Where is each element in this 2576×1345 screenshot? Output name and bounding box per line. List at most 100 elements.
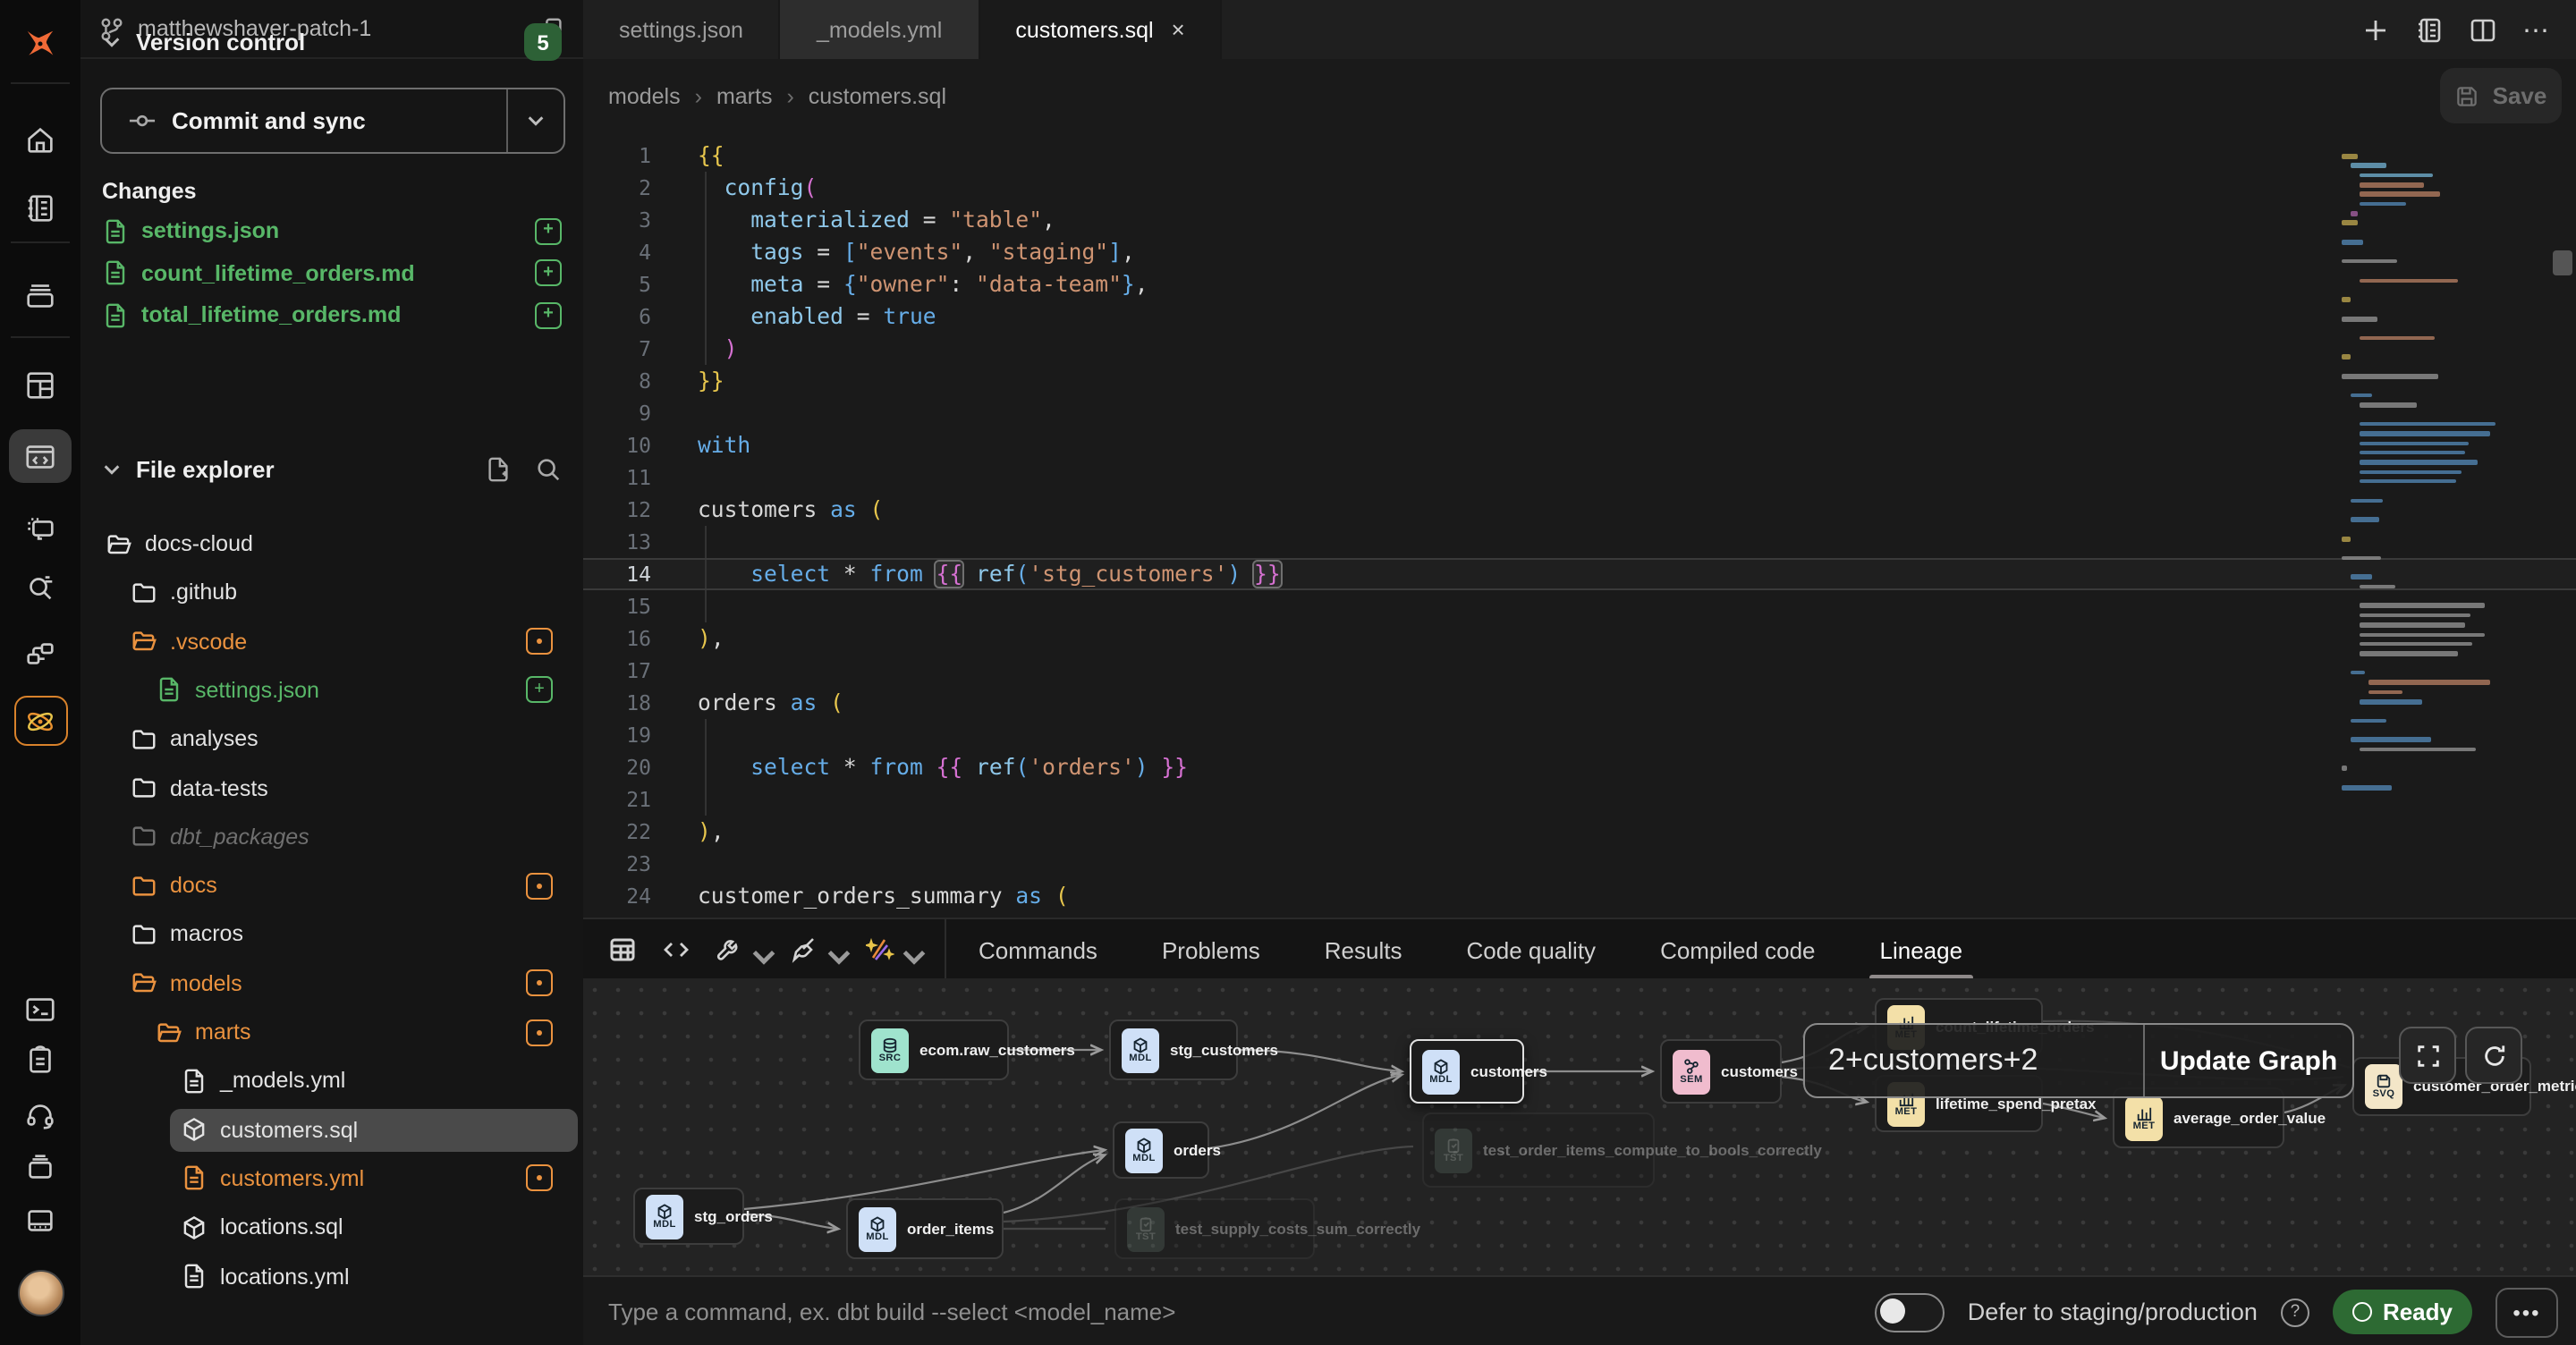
search-icon[interactable] bbox=[535, 456, 562, 483]
code-line-21[interactable]: 21 bbox=[583, 783, 2576, 816]
chevron-down-icon[interactable] bbox=[900, 942, 916, 958]
avatar-icon[interactable] bbox=[0, 1266, 80, 1320]
tree-item-data-tests[interactable]: data-tests bbox=[120, 766, 578, 809]
tree-item--vscode[interactable]: .vscode bbox=[120, 620, 578, 663]
tree-item--github[interactable]: .github bbox=[120, 571, 578, 614]
panel-tab-Lineage[interactable]: Lineage bbox=[1880, 919, 1963, 980]
changed-file-row[interactable]: settings.json+ bbox=[102, 211, 562, 250]
code-line-17[interactable]: 17 bbox=[583, 655, 2576, 687]
panel-tab-Compiled-code[interactable]: Compiled code bbox=[1660, 919, 1815, 980]
panel-tab-Commands[interactable]: Commands bbox=[979, 919, 1097, 980]
build-tool-icon[interactable] bbox=[716, 935, 766, 964]
clipboard-icon[interactable] bbox=[0, 1032, 80, 1086]
orchestration-icon[interactable] bbox=[0, 501, 80, 554]
format-tool-icon[interactable] bbox=[791, 935, 841, 964]
headset-icon[interactable] bbox=[0, 1087, 80, 1141]
tree-item-marts[interactable]: marts bbox=[145, 1011, 578, 1053]
tree-item-models[interactable]: models bbox=[120, 961, 578, 1004]
code-line-16[interactable]: 16), bbox=[583, 622, 2576, 655]
lineage-node-order-items[interactable]: MDLorder_items bbox=[846, 1198, 1004, 1259]
code-line-14[interactable]: 14 select * from {{ ref('stg_customers')… bbox=[583, 558, 2576, 590]
tree-item-customers-yml[interactable]: customers.yml bbox=[170, 1157, 578, 1200]
code-line-11[interactable]: 11 bbox=[583, 461, 2576, 494]
file-explorer-header[interactable]: File explorer bbox=[102, 456, 562, 483]
tree-item-locations-yml[interactable]: locations.yml bbox=[170, 1255, 578, 1298]
code-line-18[interactable]: 18orders as ( bbox=[583, 687, 2576, 719]
code-line-2[interactable]: 2 config( bbox=[583, 172, 2576, 204]
code-line-19[interactable]: 19 bbox=[583, 719, 2576, 751]
close-tab-icon[interactable]: × bbox=[1172, 16, 1185, 43]
stage-add-icon[interactable]: + bbox=[535, 217, 562, 244]
code-line-20[interactable]: 20 select * from {{ ref('orders') }} bbox=[583, 751, 2576, 783]
inbox-icon[interactable] bbox=[0, 268, 80, 322]
code-line-1[interactable]: 1{{ bbox=[583, 140, 2576, 172]
tree-item-dbt-packages[interactable]: dbt_packages bbox=[120, 816, 578, 859]
tab-settings-json[interactable]: settings.json bbox=[583, 0, 781, 59]
results-table-icon[interactable] bbox=[608, 935, 637, 964]
code-line-12[interactable]: 12customers as ( bbox=[583, 494, 2576, 526]
tree-item-analyses[interactable]: analyses bbox=[120, 717, 578, 760]
ide-icon[interactable] bbox=[9, 429, 72, 483]
command-input[interactable]: Type a command, ex. dbt build --select <… bbox=[608, 1298, 1875, 1325]
tree-item-customers-sql[interactable]: customers.sql bbox=[170, 1108, 578, 1151]
more-actions-button[interactable]: ••• bbox=[2496, 1287, 2558, 1337]
code-line-15[interactable]: 15 bbox=[583, 590, 2576, 622]
breadcrumb[interactable]: models› marts› customers.sql bbox=[608, 84, 946, 109]
code-icon[interactable] bbox=[662, 935, 691, 964]
code-line-24[interactable]: 24customer_orders_summary as ( bbox=[583, 880, 2576, 912]
dbt-logo-icon[interactable] bbox=[0, 16, 80, 70]
more-options-icon[interactable]: ⋯ bbox=[2522, 13, 2551, 46]
code-line-6[interactable]: 6 enabled = true bbox=[583, 300, 2576, 333]
changed-file-row[interactable]: total_lifetime_orders.md+ bbox=[102, 295, 562, 334]
lineage-node-test-order-items-compute-to-bools-correctly[interactable]: TSTtest_order_items_compute_to_bools_cor… bbox=[1422, 1112, 1655, 1188]
tree-item-docs-cloud[interactable]: docs-cloud bbox=[95, 522, 578, 565]
lineage-node-stg-customers[interactable]: MDLstg_customers bbox=[1109, 1019, 1238, 1080]
save-button[interactable]: Save bbox=[2440, 68, 2562, 123]
code-line-10[interactable]: 10with bbox=[583, 429, 2576, 461]
lineage-node-stg-orders[interactable]: MDLstg_orders bbox=[633, 1188, 744, 1245]
changed-file-row[interactable]: count_lifetime_orders.md+ bbox=[102, 253, 562, 292]
code-line-23[interactable]: 23 bbox=[583, 848, 2576, 880]
editor-scrollbar[interactable] bbox=[2553, 250, 2572, 275]
breadcrumb-marts[interactable]: marts bbox=[716, 84, 773, 109]
commit-and-sync-button[interactable]: Commit and sync bbox=[100, 88, 565, 154]
copilot-icon[interactable] bbox=[0, 694, 80, 748]
ready-status-badge[interactable]: Ready bbox=[2333, 1290, 2472, 1334]
code-line-7[interactable]: 7 ) bbox=[583, 333, 2576, 365]
panel-tab-Problems[interactable]: Problems bbox=[1162, 919, 1260, 980]
module-icon[interactable] bbox=[0, 1193, 80, 1247]
tree-item--models-yml[interactable]: _models.yml bbox=[170, 1060, 578, 1103]
fullscreen-button[interactable] bbox=[2399, 1027, 2456, 1084]
home-icon[interactable] bbox=[0, 113, 80, 166]
commit-and-sync-main[interactable]: Commit and sync bbox=[102, 89, 506, 152]
grid-icon[interactable] bbox=[0, 358, 80, 411]
chevron-down-icon[interactable] bbox=[825, 942, 841, 958]
notebook-icon[interactable] bbox=[2415, 15, 2444, 44]
code-line-4[interactable]: 4 tags = ["events", "staging"], bbox=[583, 236, 2576, 268]
code-line-9[interactable]: 9 bbox=[583, 397, 2576, 429]
fix-assist-icon[interactable] bbox=[866, 935, 916, 964]
lineage-canvas[interactable]: SRCecom.raw_customersMDLstg_customersMDL… bbox=[583, 978, 2576, 1275]
version-control-header[interactable]: Version control 5 bbox=[102, 23, 562, 61]
tree-item-locations-sql[interactable]: locations.sql bbox=[170, 1205, 578, 1248]
breadcrumb-file[interactable]: customers.sql bbox=[809, 84, 946, 109]
new-file-icon[interactable] bbox=[485, 456, 512, 483]
lineage-selector-input[interactable]: 2+customers+2 bbox=[1805, 1025, 2143, 1096]
code-editor[interactable]: 1{{2 config(3 materialized = "table",4 t… bbox=[583, 140, 2576, 918]
breadcrumb-models[interactable]: models bbox=[608, 84, 681, 109]
lineage-node-customers[interactable]: SEMcustomers bbox=[1660, 1039, 1782, 1104]
panel-tab-Code-quality[interactable]: Code quality bbox=[1467, 919, 1597, 980]
stack-icon[interactable] bbox=[0, 1139, 80, 1193]
code-line-13[interactable]: 13 bbox=[583, 526, 2576, 558]
code-line-3[interactable]: 3 materialized = "table", bbox=[583, 204, 2576, 236]
network-icon[interactable] bbox=[0, 626, 80, 680]
defer-toggle[interactable] bbox=[1875, 1292, 1945, 1332]
new-tab-icon[interactable] bbox=[2361, 15, 2390, 44]
update-graph-button[interactable]: Update Graph bbox=[2145, 1025, 2352, 1096]
help-icon[interactable]: ? bbox=[2281, 1298, 2309, 1326]
code-line-8[interactable]: 8}} bbox=[583, 365, 2576, 397]
split-editor-icon[interactable] bbox=[2469, 15, 2497, 44]
chevron-down-icon[interactable] bbox=[750, 942, 766, 958]
notebook-icon[interactable] bbox=[0, 181, 80, 234]
explore-icon[interactable] bbox=[0, 560, 80, 613]
